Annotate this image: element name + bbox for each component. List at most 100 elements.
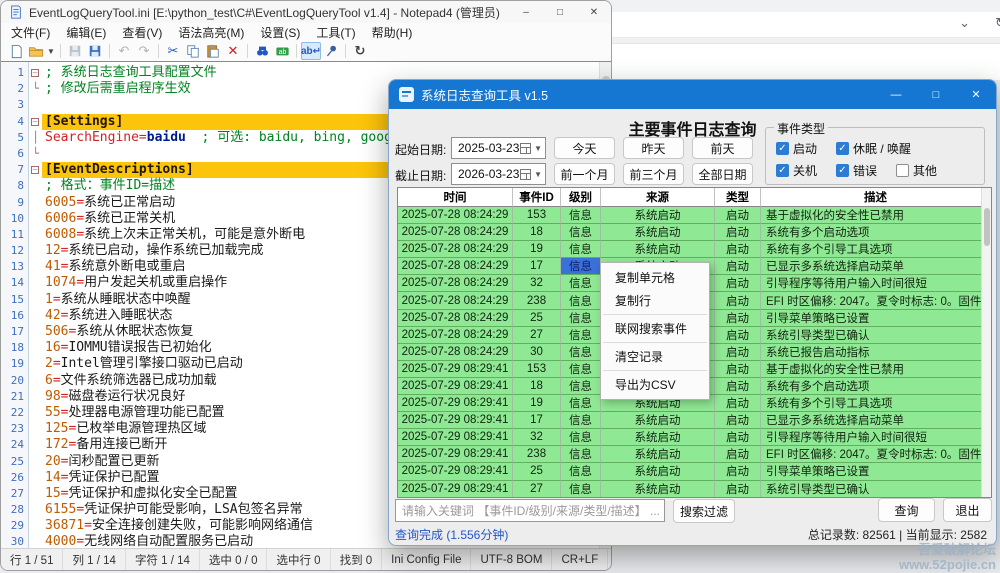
statusbar-segment-3[interactable]: 字符 1 / 14 bbox=[126, 549, 200, 570]
start-date-picker[interactable]: 2025-03-23 ▼ bbox=[451, 137, 546, 159]
menu-item-5[interactable]: 设置(S) bbox=[252, 24, 308, 41]
event-type-checkbox[interactable]: ✓错误 bbox=[836, 162, 877, 179]
table-cell[interactable]: 启动 bbox=[715, 224, 761, 241]
table-cell[interactable]: 17 bbox=[513, 412, 561, 429]
end-date-picker[interactable]: 2026-03-23 ▼ bbox=[451, 163, 546, 185]
table-cell[interactable]: 系统启动 bbox=[601, 429, 715, 446]
table-cell[interactable]: 2025-07-29 08:29:41 bbox=[398, 429, 513, 446]
quick-date-button[interactable]: 前天 bbox=[692, 137, 753, 159]
table-cell[interactable]: 引导菜单策略已设置 bbox=[761, 463, 991, 480]
table-cell[interactable]: 信息 bbox=[561, 224, 601, 241]
statusbar-segment-5[interactable]: 选中行 0 bbox=[267, 549, 330, 570]
context-menu-item[interactable]: 复制单元格 bbox=[601, 266, 709, 289]
table-cell[interactable]: 信息 bbox=[561, 207, 601, 224]
quick-date-button[interactable]: 昨天 bbox=[623, 137, 684, 159]
table-cell[interactable]: 2025-07-28 08:24:29 bbox=[398, 292, 513, 309]
statusbar-segment-8[interactable]: UTF-8 BOM bbox=[471, 549, 552, 570]
checkbox-checked-icon[interactable]: ✓ bbox=[836, 164, 849, 177]
menu-item-7[interactable]: 帮助(H) bbox=[364, 24, 421, 41]
table-cell[interactable]: 信息 bbox=[561, 275, 601, 292]
statusbar-segment-6[interactable]: 找到 0 bbox=[331, 549, 383, 570]
table-cell[interactable]: 系统引导类型已确认 bbox=[761, 327, 991, 344]
table-cell[interactable]: 信息 bbox=[561, 344, 601, 361]
table-cell[interactable]: 系统有多个启动选项 bbox=[761, 378, 991, 395]
table-cell[interactable]: 启动 bbox=[715, 344, 761, 361]
menu-item-1[interactable]: 文件(F) bbox=[3, 24, 58, 41]
context-menu-item[interactable]: 导出为CSV bbox=[601, 373, 709, 396]
table-cell[interactable]: EFI 时区偏移: 2047。夏令时标志: 0。固件... bbox=[761, 446, 991, 463]
checkbox-unchecked-icon[interactable] bbox=[896, 164, 909, 177]
maximize-button[interactable]: □ bbox=[543, 1, 577, 23]
open-file-icon[interactable] bbox=[26, 42, 46, 60]
table-cell[interactable]: 信息 bbox=[561, 463, 601, 480]
table-cell[interactable]: 2025-07-28 08:24:29 bbox=[398, 241, 513, 258]
context-menu-item[interactable]: 联网搜索事件 bbox=[601, 317, 709, 340]
table-cell[interactable]: 系统有多个引导工具选项 bbox=[761, 241, 991, 258]
table-cell[interactable]: 基于虚拟化的安全性已禁用 bbox=[761, 207, 991, 224]
table-cell[interactable]: 2025-07-29 08:29:41 bbox=[398, 395, 513, 412]
table-cell[interactable]: 信息 bbox=[561, 292, 601, 309]
table-cell[interactable]: 25 bbox=[513, 310, 561, 327]
table-cell[interactable]: 153 bbox=[513, 361, 561, 378]
checkbox-checked-icon[interactable]: ✓ bbox=[776, 142, 789, 155]
table-cell[interactable]: 238 bbox=[513, 446, 561, 463]
table-cell[interactable]: 信息 bbox=[561, 412, 601, 429]
table-cell[interactable]: 启动 bbox=[715, 327, 761, 344]
table-cell[interactable]: 信息 bbox=[561, 310, 601, 327]
table-cell[interactable]: 2025-07-29 08:29:41 bbox=[398, 481, 513, 498]
table-cell[interactable]: 2025-07-29 08:29:41 bbox=[398, 378, 513, 395]
table-cell[interactable]: 信息 bbox=[561, 395, 601, 412]
table-cell[interactable]: 系统启动 bbox=[601, 207, 715, 224]
table-cell[interactable]: 信息 bbox=[561, 258, 601, 275]
delete-icon[interactable]: ✕ bbox=[223, 42, 243, 60]
table-cell[interactable]: 系统已报告启动指标 bbox=[761, 344, 991, 361]
reload-icon[interactable]: ↻ bbox=[350, 42, 370, 60]
table-cell[interactable]: 启动 bbox=[715, 395, 761, 412]
table-cell[interactable]: 2025-07-28 08:24:29 bbox=[398, 344, 513, 361]
copy-icon[interactable] bbox=[183, 42, 203, 60]
save-as-icon[interactable] bbox=[85, 42, 105, 60]
statusbar-segment-9[interactable]: CR+LF bbox=[552, 549, 608, 570]
column-header[interactable]: 描述 bbox=[761, 188, 991, 207]
table-cell[interactable]: 19 bbox=[513, 241, 561, 258]
table-cell[interactable]: 2025-07-28 08:24:29 bbox=[398, 310, 513, 327]
table-cell[interactable]: 信息 bbox=[561, 429, 601, 446]
table-cell[interactable]: 系统启动 bbox=[601, 463, 715, 480]
paste-icon[interactable] bbox=[203, 42, 223, 60]
table-cell[interactable]: 2025-07-28 08:24:29 bbox=[398, 258, 513, 275]
quick-date-button[interactable]: 前一个月 bbox=[554, 163, 615, 185]
minimize-button[interactable]: – bbox=[509, 1, 543, 23]
close-button[interactable]: ✕ bbox=[577, 1, 611, 23]
pin-icon[interactable] bbox=[321, 42, 341, 60]
fold-marker[interactable]: – bbox=[29, 114, 42, 130]
table-cell[interactable]: 引导程序等待用户输入时间很短 bbox=[761, 275, 991, 292]
query-button[interactable]: 查询 bbox=[878, 498, 935, 522]
fold-marker[interactable]: │ bbox=[29, 130, 42, 146]
dropdown-arrow-icon[interactable]: ▼ bbox=[531, 170, 545, 179]
menu-item-2[interactable]: 编辑(E) bbox=[58, 24, 114, 41]
table-row[interactable]: 2025-07-29 08:29:41238信息系统启动启动EFI 时区偏移: … bbox=[398, 446, 991, 463]
table-cell[interactable]: 启动 bbox=[715, 429, 761, 446]
table-cell[interactable]: 信息 bbox=[561, 327, 601, 344]
table-cell[interactable]: 已显示多系统选择启动菜单 bbox=[761, 258, 991, 275]
statusbar-segment-7[interactable]: Ini Config File bbox=[382, 549, 471, 570]
table-cell[interactable]: 系统启动 bbox=[601, 481, 715, 498]
undo-icon[interactable]: ↶ bbox=[114, 42, 134, 60]
table-cell[interactable]: 信息 bbox=[561, 378, 601, 395]
redo-icon[interactable]: ↷ bbox=[134, 42, 154, 60]
table-cell[interactable]: 启动 bbox=[715, 292, 761, 309]
table-cell[interactable]: 2025-07-29 08:29:41 bbox=[398, 446, 513, 463]
table-cell[interactable]: 信息 bbox=[561, 361, 601, 378]
table-cell[interactable]: 2025-07-29 08:29:41 bbox=[398, 361, 513, 378]
scrollbar-thumb[interactable] bbox=[984, 208, 990, 246]
quick-date-button[interactable]: 全部日期 bbox=[692, 163, 753, 185]
table-cell[interactable]: 系统有多个引导工具选项 bbox=[761, 395, 991, 412]
menu-item-4[interactable]: 语法高亮(M) bbox=[170, 24, 252, 41]
table-row[interactable]: 2025-07-28 08:24:29153信息系统启动启动基于虚拟化的安全性已… bbox=[398, 207, 991, 224]
notepad-titlebar[interactable]: EventLogQueryTool.ini [E:\python_test\C#… bbox=[1, 1, 611, 23]
checkbox-checked-icon[interactable]: ✓ bbox=[836, 142, 849, 155]
fold-marker[interactable]: – bbox=[29, 65, 42, 81]
table-cell[interactable]: 17 bbox=[513, 258, 561, 275]
event-type-checkbox[interactable]: ✓关机 bbox=[776, 162, 817, 179]
table-cell[interactable]: 系统启动 bbox=[601, 446, 715, 463]
